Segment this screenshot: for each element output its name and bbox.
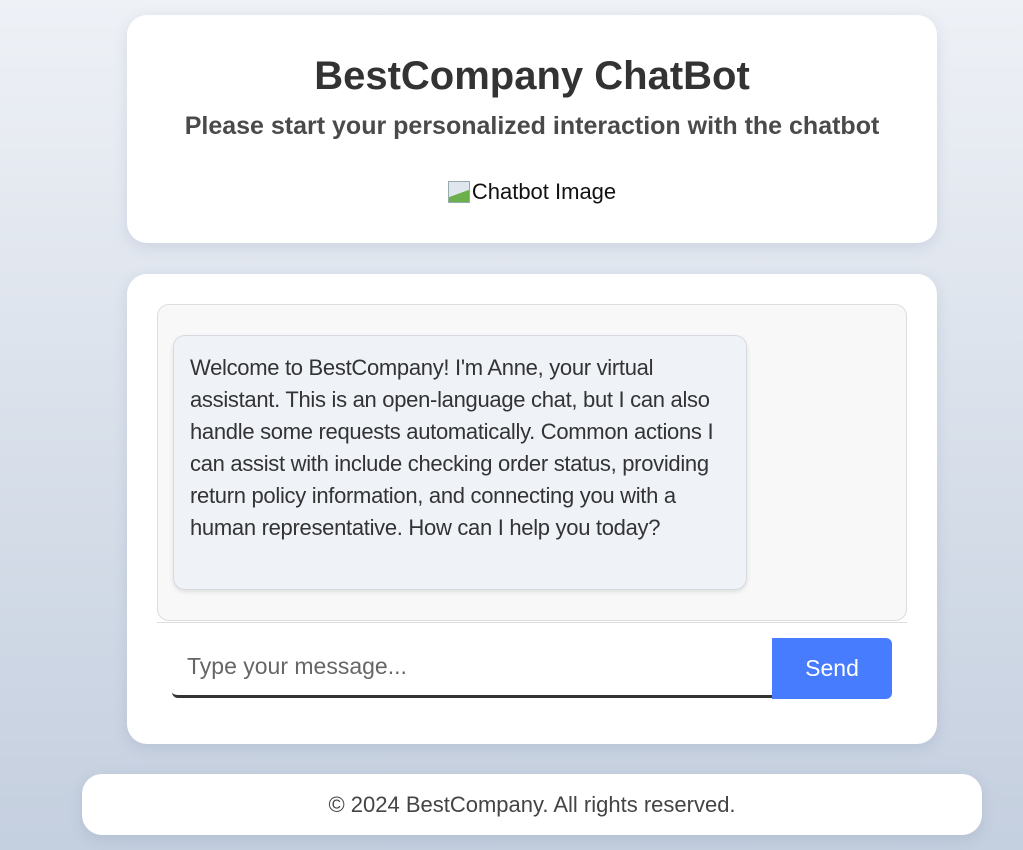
message-input[interactable] <box>172 638 772 698</box>
chat-card: Welcome to BestCompany! I'm Anne, your v… <box>127 274 937 744</box>
broken-image-icon <box>447 181 470 203</box>
bot-message: Welcome to BestCompany! I'm Anne, your v… <box>173 335 747 590</box>
footer: © 2024 BestCompany. All rights reserved. <box>82 774 982 835</box>
page-title: BestCompany ChatBot <box>314 54 750 98</box>
divider <box>157 622 907 623</box>
message-list[interactable]: Welcome to BestCompany! I'm Anne, your v… <box>157 304 907 621</box>
chatbot-image: Chatbot Image <box>447 179 617 205</box>
header-card: BestCompany ChatBot Please start your pe… <box>127 15 937 243</box>
send-button[interactable]: Send <box>772 638 892 699</box>
page-subtitle: Please start your personalized interacti… <box>184 112 880 140</box>
chatbot-image-alt: Chatbot Image <box>471 179 617 204</box>
copyright-text: © 2024 BestCompany. All rights reserved. <box>328 791 736 817</box>
